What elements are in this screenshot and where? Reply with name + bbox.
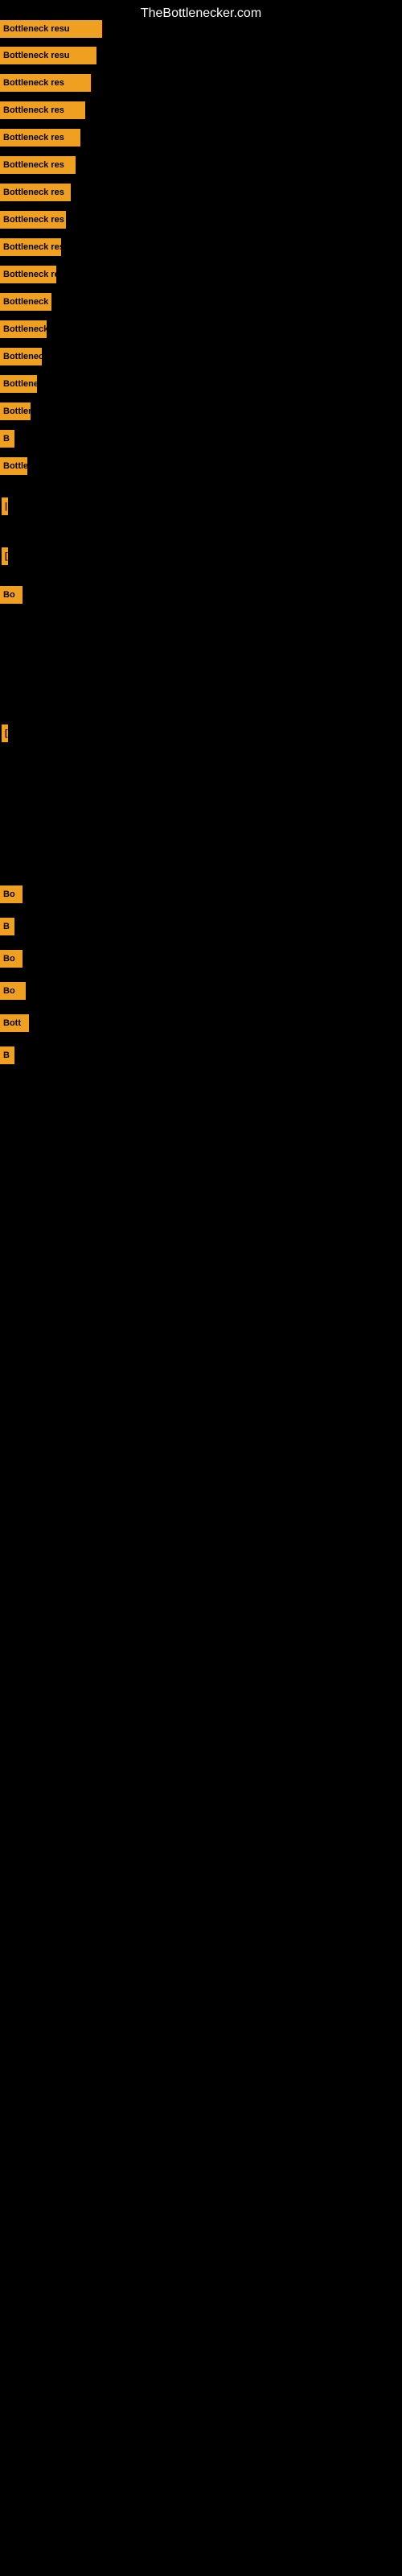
bar-item: Bottleneck resu [0, 20, 102, 38]
bar-item: Bottleneck res [0, 266, 56, 283]
bar-item: Bottlen [0, 402, 31, 420]
bar-item: | [2, 497, 8, 515]
bar-item: Bottleneck re [0, 293, 51, 311]
bar-item: Bottleneck resu [0, 47, 96, 64]
bar-item: Bottleneck res [0, 184, 71, 201]
bar-item: Bottleneck res [0, 238, 61, 256]
bar-item: Bottleneck r [0, 320, 47, 338]
bar-item: Bott [0, 1014, 29, 1032]
bar-item: [ [2, 547, 8, 565]
bar-item: Bottleneck res [0, 211, 66, 229]
bar-item: Bo [0, 586, 23, 604]
bar-item: Bottleneck r [0, 348, 42, 365]
bar-item: Bo [0, 982, 26, 1000]
bar-item: Bo [0, 950, 23, 968]
bar-item: Bottleneck res [0, 129, 80, 147]
bar-item: Bottleneck res [0, 101, 85, 119]
bar-item: Bottle [0, 457, 27, 475]
bar-item: [ [2, 724, 8, 742]
bar-item: Bo [0, 886, 23, 903]
bar-item: Bottleneck [0, 375, 37, 393]
bar-item: B [0, 1046, 14, 1064]
bar-item: Bottleneck res [0, 74, 91, 92]
bar-item: B [0, 918, 14, 935]
bar-item: Bottleneck res [0, 156, 76, 174]
bar-item: B [0, 430, 14, 448]
